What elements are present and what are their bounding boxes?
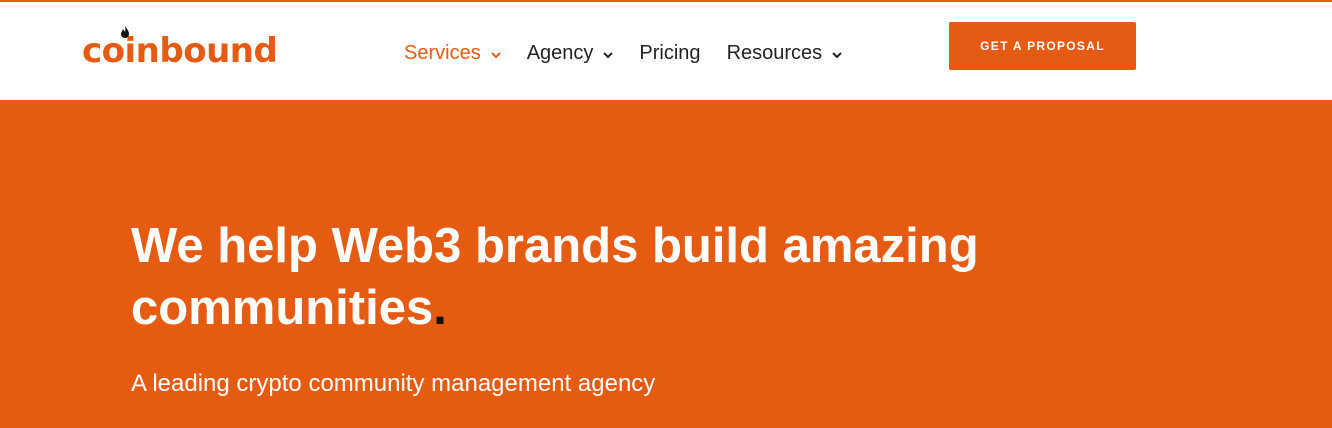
chevron-down-icon [603,51,614,58]
nav-item-resources[interactable]: Resources [727,42,843,65]
nav-item-label: Resources [726,42,823,64]
hero-subtitle: A leading crypto community management ag… [131,370,656,397]
get-a-proposal-button[interactable]: GET A PROPOSAL [949,22,1136,70]
hero-section: We help Web3 brands build amazing commun… [0,100,1332,428]
flame-icon [121,26,129,38]
hero-title-text: We help Web3 brands build amazing commun… [131,219,979,335]
nav-item-agency[interactable]: Agency [527,42,614,65]
nav-item-label: Services [404,42,481,64]
logo-wordmark: coinbound [82,31,278,71]
nav-item-pricing[interactable]: Pricing [639,42,700,65]
nav-item-label: Agency [526,42,594,64]
site-header: coinbound Services Agency Pricing Resour… [0,2,1332,100]
main-nav: Services Agency Pricing Resources [404,42,868,65]
nav-item-label: Pricing [639,42,701,64]
nav-item-services[interactable]: Services [404,42,501,65]
coinbound-logo[interactable]: coinbound [82,26,278,71]
chevron-down-icon [490,51,501,58]
chevron-down-icon [832,51,842,58]
hero-title-period: . [433,281,447,335]
hero-title: We help Web3 brands build amazing commun… [131,215,1011,339]
